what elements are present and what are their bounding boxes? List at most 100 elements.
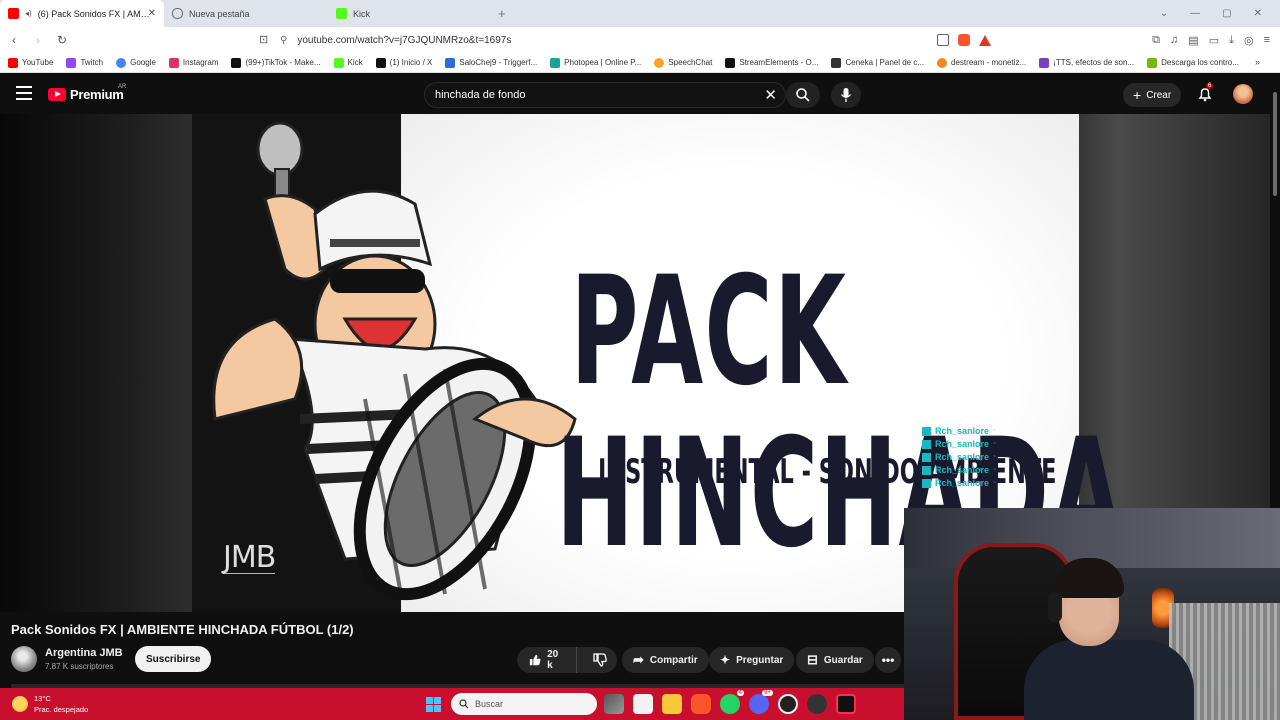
share-button[interactable]: ➦ Compartir — [622, 647, 709, 673]
close-tab-icon[interactable]: ✕ — [148, 8, 156, 19]
bookmark-item[interactable]: (99+)TikTok - Make... — [231, 57, 321, 68]
create-label: Crear — [1146, 89, 1172, 101]
more-bookmarks-button[interactable]: » — [1255, 57, 1260, 67]
bookmark-item[interactable]: Photopea | Online P... — [550, 57, 641, 68]
youtube-icon — [8, 8, 19, 19]
chat-username: Rch_sanlore — [935, 439, 990, 449]
url-text[interactable]: youtube.com/watch?v=j7GJQUNMRzo&t=1697s — [297, 35, 511, 46]
bookmark-item[interactable]: ¡TTS, efectos de son... — [1039, 57, 1135, 68]
chat-text: ~ — [993, 480, 996, 486]
scrollbar-thumb[interactable] — [1273, 92, 1277, 196]
subscriber-count: 7.87 K suscriptores — [45, 662, 114, 671]
extension-icons-right: ⧉ ♫ ▤ ▭ ⤓ ◎ ≡ — [1152, 27, 1280, 53]
bookmark-item[interactable]: destream - monetiz... — [937, 57, 1026, 68]
tab-label: Kick — [353, 8, 371, 19]
clear-search-icon[interactable]: ✕ — [764, 86, 777, 104]
thumbs-down-icon — [593, 653, 607, 667]
twitch-icon — [66, 57, 77, 68]
ask-label: Preguntar — [736, 654, 784, 666]
download-icon[interactable]: ⤓ — [1229, 34, 1234, 47]
voice-search-button[interactable] — [831, 82, 861, 108]
taskbar-search[interactable]: Buscar — [451, 693, 597, 715]
whatsapp-icon[interactable]: 4 — [720, 690, 744, 714]
minimize-icon[interactable]: — — [1190, 8, 1200, 19]
streamelements-icon — [725, 57, 736, 68]
menu-icon[interactable]: ≡ — [1264, 34, 1270, 46]
save-button[interactable]: ⊟ Guardar — [796, 647, 874, 673]
tiktok-live-icon[interactable] — [836, 694, 856, 714]
channel-name[interactable]: Argentina JMB — [45, 647, 123, 659]
site-info-icon[interactable]: ⚲ — [280, 35, 287, 46]
create-button[interactable]: + Crear — [1123, 83, 1182, 107]
chat-username: Rch_sanlore — [935, 426, 990, 436]
music-icon[interactable]: ♫ — [1170, 34, 1178, 46]
task-view-icon[interactable] — [604, 694, 624, 714]
cast-icon[interactable] — [937, 34, 949, 46]
bookmark-label: ¡TTS, efectos de son... — [1053, 58, 1135, 67]
reload-icon[interactable]: ↻ — [52, 33, 72, 47]
discord-badge: 9+ — [762, 690, 773, 696]
tab-youtube[interactable]: ◂) (6) Pack Sonidos FX | AMBIENTE HINCHA… — [0, 0, 164, 27]
microphone-icon — [840, 88, 852, 102]
extensions-icon[interactable]: ⧉ — [1152, 34, 1160, 47]
url-field[interactable]: ⚲ youtube.com/watch?v=j7GJQUNMRzo&t=1697… — [280, 27, 511, 53]
close-icon[interactable]: ✕ — [1254, 8, 1262, 19]
channel-avatar[interactable] — [11, 646, 37, 672]
bookmark-item[interactable]: SaloChej9 - Triggerf... — [445, 57, 537, 68]
search-button[interactable] — [786, 82, 820, 108]
tab-new[interactable]: Nueva pestaña — [164, 0, 328, 27]
brave-browser-icon[interactable] — [691, 694, 711, 714]
bookmark-item[interactable]: Ceneka | Panel de c... — [831, 57, 924, 68]
wallet-icon[interactable]: ▭ — [1209, 34, 1219, 47]
like-dislike-group: 20 k — [517, 647, 617, 673]
bookmark-item[interactable]: Instagram — [168, 57, 218, 68]
brave-shield-icon[interactable] — [958, 34, 970, 46]
start-button[interactable] — [426, 697, 441, 712]
account-avatar[interactable] — [1233, 84, 1253, 104]
store-icon[interactable] — [633, 694, 653, 714]
sidebar-icon[interactable]: ▤ — [1188, 34, 1198, 47]
x-icon — [375, 57, 386, 68]
discord-icon[interactable]: 9+ — [749, 690, 773, 714]
new-tab-button[interactable]: + — [498, 6, 506, 21]
chat-username: Rch_sanlore — [935, 465, 990, 475]
chat-text: ~ — [993, 428, 996, 434]
maximize-icon[interactable]: ▢ — [1222, 8, 1231, 19]
shield-icon — [172, 8, 183, 19]
thumbnail-title-line2: HINCHADA — [556, 407, 1124, 581]
forward-icon[interactable]: › — [28, 33, 48, 47]
ask-button[interactable]: ✦ Preguntar — [709, 647, 795, 673]
bookmark-save-icon: ⊟ — [807, 652, 818, 667]
dislike-button[interactable] — [583, 653, 617, 667]
bookmark-item[interactable]: Twitch — [66, 57, 103, 68]
bookmark-item[interactable]: YouTube — [8, 57, 54, 68]
bookmark-item[interactable]: (1) Inicio / X — [375, 57, 432, 68]
page-scrollbar[interactable] — [1270, 74, 1280, 508]
thumbs-up-icon — [529, 654, 541, 666]
file-explorer-icon[interactable] — [662, 694, 682, 714]
bookmark-item[interactable]: Google — [116, 57, 156, 68]
streamer-body — [1024, 640, 1194, 720]
bookmark-label: YouTube — [22, 58, 54, 67]
more-actions-button[interactable]: ••• — [875, 647, 901, 673]
bookmark-icon[interactable]: ⊡ — [259, 33, 268, 46]
brave-rewards-icon[interactable] — [979, 34, 991, 46]
menu-icon[interactable] — [16, 86, 32, 100]
bookmark-item[interactable]: StreamElements - O... — [725, 57, 818, 68]
bookmark-item[interactable]: Descarga los contro... — [1147, 57, 1239, 68]
subscribe-button[interactable]: Suscribirse — [135, 646, 212, 672]
obs-icon[interactable] — [778, 694, 798, 714]
weather-widget[interactable]: 13°C Prac. despejado — [12, 693, 88, 715]
like-button[interactable]: 20 k — [517, 647, 577, 673]
vpn-icon[interactable]: ◎ — [1244, 34, 1254, 47]
google-icon — [116, 57, 127, 68]
youtube-logo[interactable]: Premium — [48, 87, 124, 102]
bookmark-item[interactable]: SpeechChat — [654, 57, 712, 68]
chevron-down-icon[interactable]: ⌄ — [1160, 8, 1168, 19]
back-icon[interactable]: ‹ — [4, 33, 24, 47]
steam-icon[interactable] — [807, 694, 827, 714]
search-input[interactable] — [435, 89, 735, 101]
chat-username: Rch_sanlore — [935, 452, 990, 462]
bookmark-item[interactable]: Kick — [333, 57, 363, 68]
tab-kick[interactable]: Kick — [328, 0, 492, 27]
